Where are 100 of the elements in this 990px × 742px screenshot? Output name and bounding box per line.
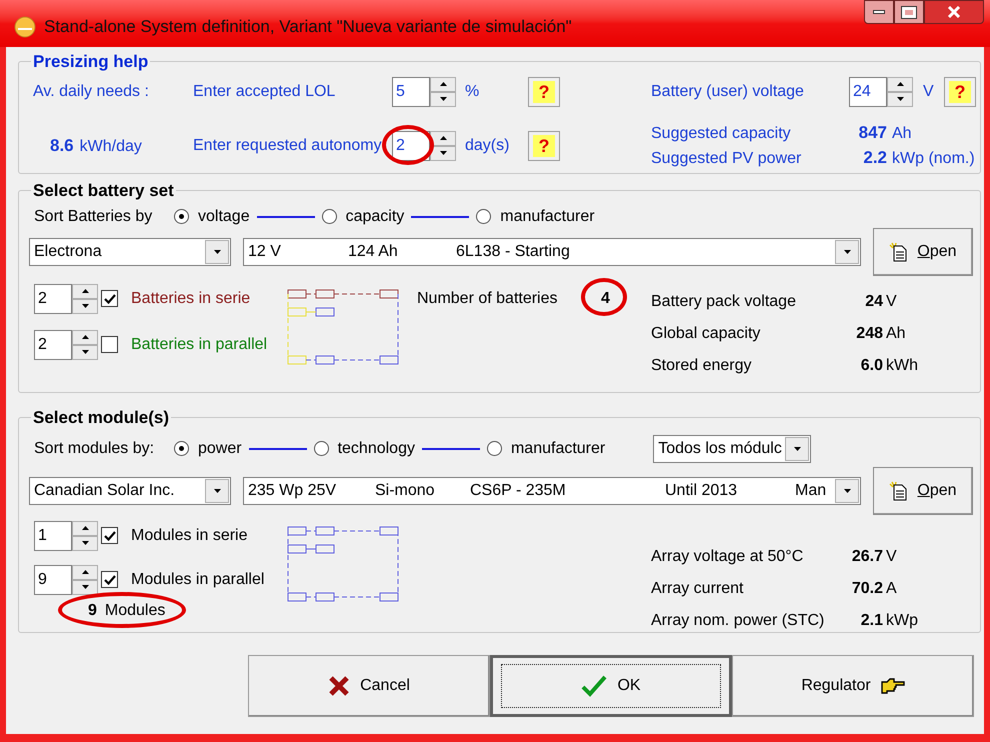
- down-arrow-icon: [794, 446, 801, 450]
- radio-button[interactable]: [476, 209, 492, 224]
- field-label: Av. daily needs :: [33, 82, 150, 102]
- number-field[interactable]: 5: [392, 76, 430, 106]
- check-icon: [581, 675, 608, 697]
- module-filter-dropdown[interactable]: Todos los módulc: [653, 434, 812, 462]
- manufacturer-dropdown[interactable]: Canadian Solar Inc.: [29, 476, 231, 504]
- checkbox[interactable]: [101, 290, 118, 307]
- radio-button[interactable]: [314, 441, 329, 456]
- suggested-value: 2.2: [862, 146, 887, 168]
- section-title: Select battery set: [32, 180, 175, 202]
- stat-unit: kWp: [886, 610, 918, 630]
- radio-button[interactable]: [322, 209, 337, 224]
- spin-down-button[interactable]: [72, 580, 98, 594]
- model-column: Si-mono: [375, 478, 470, 502]
- spin-up-button[interactable]: [887, 76, 913, 92]
- number-field[interactable]: 2: [34, 284, 72, 314]
- checkbox[interactable]: [101, 571, 118, 588]
- option-label: Batteries in serie: [131, 288, 250, 308]
- document-icon: [889, 242, 910, 262]
- checkbox[interactable]: [101, 527, 118, 544]
- dialog-button[interactable]: Cancel: [248, 655, 490, 717]
- option-label: Batteries in parallel: [131, 334, 268, 354]
- unit-label: kWp (nom.): [892, 148, 975, 168]
- stat-value: 248: [855, 324, 883, 344]
- down-arrow-icon: [82, 304, 88, 308]
- model-column: Man: [795, 478, 835, 502]
- spin-down-button[interactable]: [72, 344, 98, 360]
- minimize-button[interactable]: [864, 0, 894, 24]
- module-model-dropdown[interactable]: 235 Wp 25V Si-mono CS6P - 235M Until 2013 Man: [243, 476, 861, 504]
- spin-up-button[interactable]: [72, 330, 98, 344]
- stat-unit: V: [886, 292, 897, 312]
- sort-label: Sort modules by:: [34, 438, 156, 458]
- stat-label: Global capacity: [651, 324, 762, 344]
- spin-down-button[interactable]: [72, 536, 98, 550]
- down-arrow-icon: [82, 541, 88, 545]
- maximize-button[interactable]: [894, 0, 924, 24]
- document-icon: [889, 480, 910, 500]
- spin-down-button[interactable]: [72, 298, 98, 314]
- number-field[interactable]: 2: [34, 330, 72, 360]
- pointing-hand-icon: [880, 678, 905, 694]
- check-icon: [104, 574, 116, 584]
- spin-up-button[interactable]: [72, 564, 98, 580]
- field-label: Suggested PV power: [651, 148, 802, 168]
- dropdown-arrow-button[interactable]: [835, 478, 859, 502]
- dropdown-arrow-button[interactable]: [205, 240, 229, 264]
- stat-value: 26.7: [850, 546, 883, 566]
- battery-count: 4: [597, 286, 614, 310]
- open-button[interactable]: Open: [873, 466, 973, 514]
- down-arrow-icon: [440, 97, 446, 101]
- unit-label: day(s): [464, 136, 510, 156]
- spin-down-button[interactable]: [430, 92, 456, 106]
- open-button[interactable]: Open: [873, 228, 973, 276]
- radio-button[interactable]: [174, 209, 189, 224]
- stat-label: Array voltage at 50°C: [651, 546, 804, 566]
- spin-up-button[interactable]: [430, 76, 456, 92]
- dropdown-arrow-button[interactable]: [785, 436, 810, 460]
- spin-up-button[interactable]: [72, 284, 98, 298]
- spin-down-button[interactable]: [887, 92, 913, 106]
- help-button[interactable]: ?: [528, 76, 560, 106]
- close-button[interactable]: [924, 0, 984, 24]
- unit-label: %: [464, 82, 480, 102]
- stat-value: 2.1: [860, 610, 883, 630]
- down-arrow-icon: [82, 585, 88, 589]
- help-button[interactable]: ?: [528, 130, 560, 160]
- close-icon: [947, 6, 961, 18]
- stat-label: Array nom. power (STC): [651, 610, 826, 630]
- dialog-button[interactable]: Regulator: [732, 655, 974, 717]
- spin-up-button[interactable]: [430, 130, 456, 146]
- section-title: Select module(s): [32, 407, 170, 429]
- suggested-value: 847: [858, 122, 887, 144]
- battery-model-dropdown[interactable]: 12 V 124 Ah 6L138 - Starting: [243, 238, 861, 266]
- dialog-button[interactable]: OK: [490, 655, 732, 717]
- stat-unit: V: [886, 546, 897, 566]
- radio-label: manufacturer: [500, 206, 595, 226]
- help-button[interactable]: ?: [944, 76, 976, 106]
- number-field[interactable]: 2: [392, 130, 430, 160]
- radio-label: voltage: [198, 206, 250, 226]
- spin-up-button[interactable]: [72, 520, 98, 536]
- radio-label: technology: [338, 438, 415, 458]
- dropdown-arrow-button[interactable]: [205, 478, 229, 502]
- stat-unit: Ah: [886, 324, 906, 344]
- number-field[interactable]: 24: [849, 76, 887, 106]
- unit-label: V: [922, 82, 935, 102]
- down-arrow-icon: [214, 488, 220, 492]
- up-arrow-icon: [82, 570, 88, 574]
- model-column: 6L138 - Starting: [456, 240, 656, 264]
- stat-value: 70.2: [850, 578, 883, 598]
- option-label: Modules in parallel: [131, 570, 264, 590]
- number-field[interactable]: 1: [34, 520, 72, 550]
- checkbox[interactable]: [101, 336, 118, 353]
- dropdown-arrow-button[interactable]: [835, 240, 859, 264]
- manufacturer-dropdown[interactable]: Electrona: [29, 238, 231, 266]
- daily-needs-value: 8.6: [50, 134, 74, 156]
- radio-button[interactable]: [486, 441, 502, 456]
- radio-button[interactable]: [174, 441, 189, 456]
- number-field[interactable]: 9: [34, 564, 72, 594]
- down-arrow-icon: [844, 488, 850, 492]
- down-arrow-icon: [896, 97, 904, 101]
- down-arrow-icon: [440, 151, 446, 155]
